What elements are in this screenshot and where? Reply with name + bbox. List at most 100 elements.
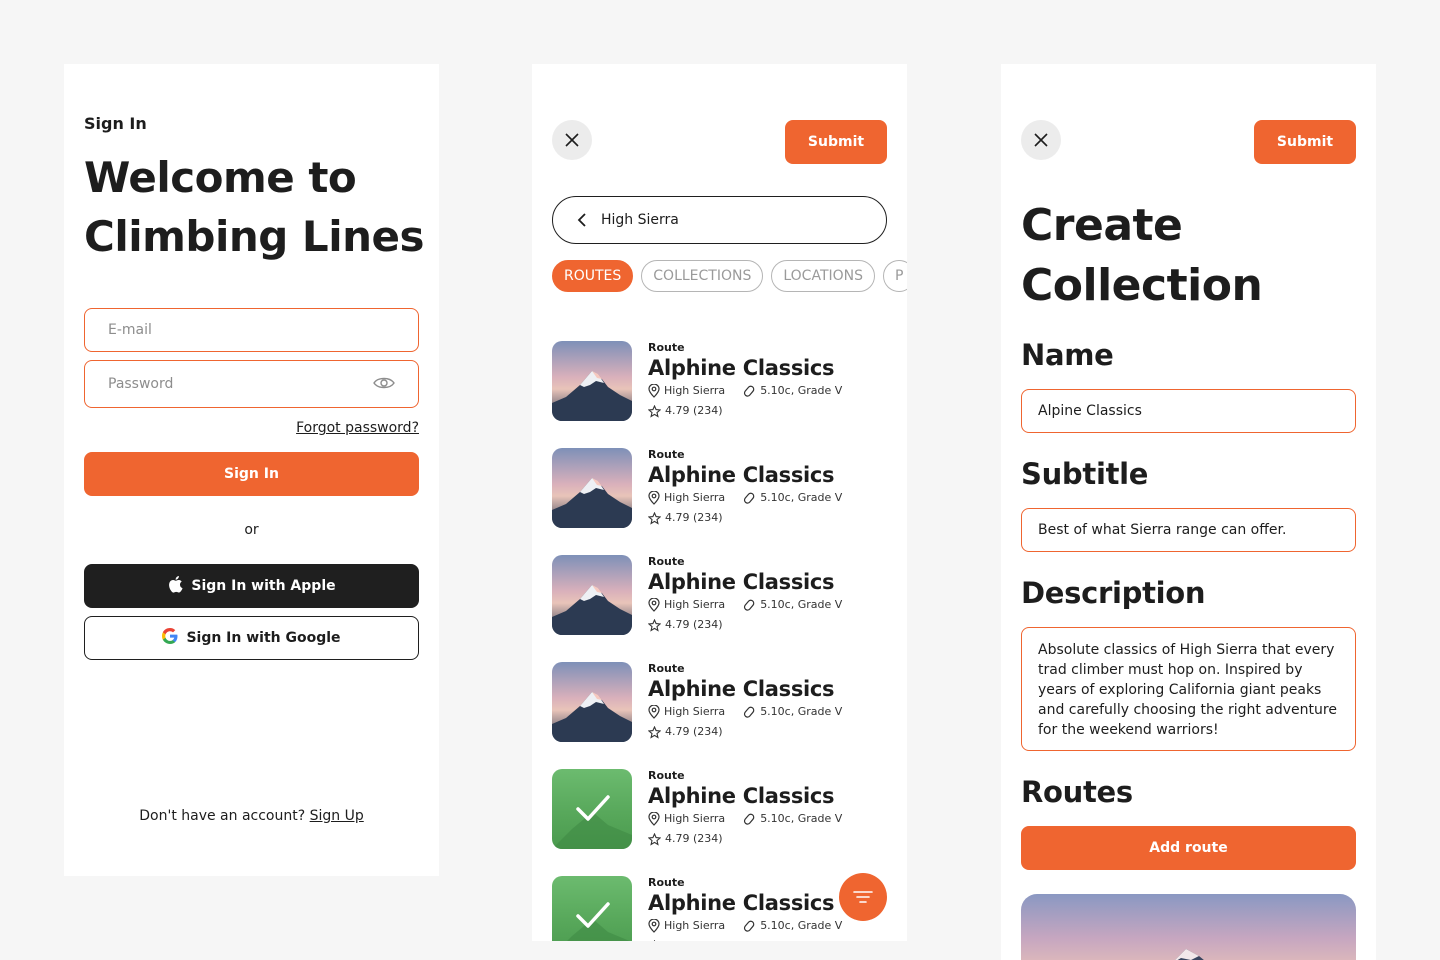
route-thumbnail <box>552 769 632 849</box>
list-item[interactable]: Route Alphine Classics High Sierra 5.10c… <box>552 448 887 555</box>
check-icon <box>576 795 610 821</box>
list-item[interactable]: Route Alphine Classics High Sierra 5.10c… <box>552 769 887 876</box>
list-item[interactable]: Route Alphine Classics High Sierra 5.10c… <box>552 876 887 941</box>
tab-collections[interactable]: COLLECTIONS <box>641 260 764 292</box>
route-meta: Route Alphine Classics High Sierra 5.10c… <box>648 341 842 421</box>
close-icon <box>565 133 579 147</box>
route-title: Alphine Classics <box>648 784 835 808</box>
star-icon <box>648 832 661 846</box>
route-location: High Sierra <box>664 919 726 932</box>
route-list: Route Alphine Classics High Sierra 5.10c… <box>552 341 887 941</box>
carabiner-icon <box>744 599 755 611</box>
sign-up-link[interactable]: Sign Up <box>310 808 364 824</box>
route-details: High Sierra 5.10c, Grade V <box>648 381 842 401</box>
add-route-button[interactable]: Add route <box>1021 826 1356 870</box>
carabiner-icon <box>744 920 755 932</box>
route-tag: Route <box>648 662 685 675</box>
route-rating: 4.79 (234) <box>665 618 723 631</box>
route-location: High Sierra <box>664 384 726 397</box>
route-rating-row: 4.79 (234) <box>648 508 842 528</box>
route-details: High Sierra 5.10c, Grade V <box>648 595 842 615</box>
sign-in-button[interactable]: Sign In <box>84 452 419 496</box>
star-icon <box>653 939 656 941</box>
submit-button[interactable]: Submit <box>785 120 887 164</box>
screen-label: Sign In <box>84 114 147 133</box>
route-tag: Route <box>648 876 685 889</box>
subtitle-field[interactable]: Best of what Sierra range can offer. <box>1021 508 1356 552</box>
route-grade: 5.10c, Grade V <box>760 919 843 932</box>
route-rating: 4.79 (234) <box>665 832 723 845</box>
close-button[interactable] <box>1021 120 1061 160</box>
route-meta: Route Alphine Classics High Sierra 5.10c… <box>648 769 842 849</box>
eye-icon[interactable] <box>373 375 395 394</box>
forgot-password-link[interactable]: Forgot password? <box>296 420 419 436</box>
route-location: High Sierra <box>664 812 726 825</box>
route-title: Alphine Classics <box>648 463 835 487</box>
submit-button[interactable]: Submit <box>1254 120 1356 164</box>
list-item[interactable]: Route Alphine Classics High Sierra 5.10c… <box>552 341 887 448</box>
tab-routes[interactable]: ROUTES <box>552 260 634 292</box>
location-pin-icon <box>648 491 660 505</box>
tab-locations[interactable]: LOCATIONS <box>771 260 876 292</box>
route-rating: 4.79 (234) <box>665 511 723 524</box>
route-rating-row: 4.79 (234) <box>648 936 842 941</box>
description-field[interactable]: Absolute classics of High Sierra that ev… <box>1021 627 1356 751</box>
route-rating: 4.79 (234) <box>665 936 723 941</box>
google-sign-in-button[interactable]: Sign In with Google <box>84 616 419 660</box>
name-field[interactable]: Alpine Classics <box>1021 389 1356 433</box>
signup-prompt: Don't have an account? Sign Up <box>64 808 439 824</box>
password-field[interactable] <box>108 376 348 392</box>
route-tag: Route <box>648 341 685 354</box>
apple-sign-in-button[interactable]: Sign In with Apple <box>84 564 419 608</box>
route-title: Alphine Classics <box>648 677 835 701</box>
location-pin-icon <box>648 384 660 398</box>
route-location: High Sierra <box>664 598 726 611</box>
route-grade: 5.10c, Grade V <box>760 598 843 611</box>
no-account-text: Don't have an account? <box>139 808 306 824</box>
route-thumbnail <box>552 662 632 742</box>
tab-more[interactable]: P <box>883 260 907 292</box>
route-title: Alphine Classics <box>648 570 835 594</box>
route-grade: 5.10c, Grade V <box>760 705 843 718</box>
route-grade: 5.10c, Grade V <box>760 491 843 504</box>
page-title: Welcome to Climbing Lines <box>84 153 424 261</box>
list-item[interactable]: Route Alphine Classics High Sierra 5.10c… <box>552 662 887 769</box>
list-item[interactable]: Route Alphine Classics High Sierra 5.10c… <box>552 555 887 662</box>
route-title: Alphine Classics <box>648 356 835 380</box>
google-sign-in-label: Sign In with Google <box>186 630 341 646</box>
route-meta: Route Alphine Classics High Sierra 5.10c… <box>648 876 842 941</box>
route-details: High Sierra 5.10c, Grade V <box>648 916 842 936</box>
apple-icon <box>167 575 183 597</box>
star-icon <box>648 618 661 632</box>
carabiner-icon <box>744 706 755 718</box>
star-icon <box>648 511 661 525</box>
chevron-left-icon[interactable] <box>577 213 587 227</box>
route-rating-row: 4.79 (234) <box>648 829 842 849</box>
filter-tabs: ROUTES COLLECTIONS LOCATIONS P <box>552 260 907 292</box>
routes-screen: Submit High Sierra ROUTES COLLECTIONS LO… <box>532 64 907 941</box>
route-thumbnail <box>552 448 632 528</box>
filter-icon <box>853 891 873 903</box>
route-meta: Route Alphine Classics High Sierra 5.10c… <box>648 448 842 528</box>
subtitle-label: Subtitle <box>1021 457 1149 491</box>
star-icon <box>648 725 661 739</box>
star-icon <box>648 404 661 418</box>
route-rating: 4.79 (234) <box>665 404 723 417</box>
google-icon <box>162 628 178 648</box>
or-divider: or <box>244 522 259 538</box>
route-tag: Route <box>648 769 685 782</box>
route-tag: Route <box>648 555 685 568</box>
route-tag: Route <box>648 448 685 461</box>
carabiner-icon <box>744 813 755 825</box>
email-field[interactable] <box>84 308 419 352</box>
page-title: Create Collection <box>1021 200 1263 311</box>
filter-button[interactable] <box>839 873 887 921</box>
route-meta: Route Alphine Classics High Sierra 5.10c… <box>648 662 842 742</box>
location-pin-icon <box>648 812 660 826</box>
close-icon <box>1034 133 1048 147</box>
routes-label: Routes <box>1021 775 1133 809</box>
close-button[interactable] <box>552 120 592 160</box>
create-collection-screen: Submit Create Collection Name Alpine Cla… <box>1001 64 1376 960</box>
password-field-wrapper <box>84 360 419 408</box>
search-input[interactable]: High Sierra <box>552 196 887 244</box>
